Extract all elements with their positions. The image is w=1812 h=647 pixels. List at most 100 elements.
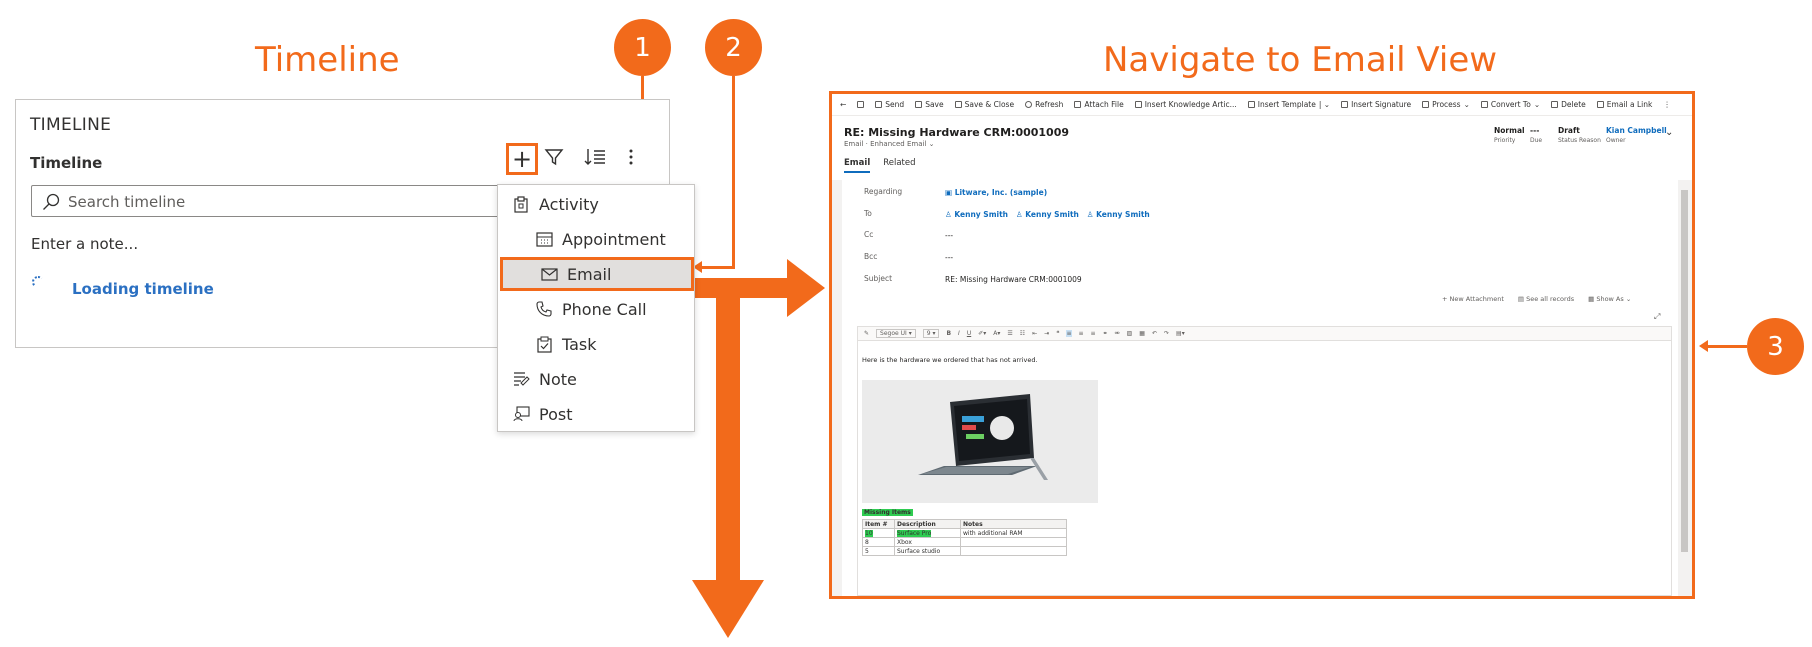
font-color-icon[interactable]: A▾: [993, 330, 1000, 337]
menu-item-appointment[interactable]: Appointment: [498, 222, 694, 256]
menu-item-label: Email: [567, 264, 612, 284]
align-right-icon[interactable]: ≡: [1091, 330, 1096, 337]
chevron-down-icon[interactable]: ⌄: [1665, 127, 1673, 138]
save-close-button[interactable]: Save & Close: [954, 100, 1014, 109]
tab-related[interactable]: Related: [883, 158, 915, 173]
callout-badge-2: 2: [705, 19, 762, 76]
search-placeholder: Search timeline: [68, 193, 186, 211]
form-icon[interactable]: [857, 101, 865, 108]
timeline-search-input[interactable]: Search timeline: [31, 185, 521, 217]
highlight-icon[interactable]: ✐▾: [978, 330, 986, 337]
to-label: To: [864, 209, 872, 218]
note-input[interactable]: Enter a note...: [31, 235, 138, 253]
link-icon[interactable]: ⚭: [1103, 330, 1108, 337]
menu-item-email[interactable]: Email: [500, 257, 694, 291]
save-button[interactable]: Save: [915, 100, 944, 109]
table-cell: Surface studio: [894, 546, 961, 556]
insert-knowledge-button[interactable]: Insert Knowledge Artic...: [1134, 100, 1237, 109]
refresh-button[interactable]: Refresh: [1025, 100, 1063, 109]
mail-icon: [540, 265, 558, 283]
task-icon: [535, 335, 553, 353]
menu-item-label: Appointment: [562, 229, 666, 249]
show-as-button[interactable]: ▦ Show As ⌄: [1588, 295, 1631, 303]
overflow-icon[interactable]: ⋮: [1663, 100, 1671, 109]
loading-text: Loading timeline: [72, 280, 214, 298]
align-left-icon[interactable]: ≡: [1066, 330, 1072, 337]
expand-icon[interactable]: ⤢: [1654, 312, 1660, 322]
cc-value[interactable]: ---: [945, 231, 953, 240]
clipboard-icon: [512, 195, 530, 213]
back-icon[interactable]: ←: [840, 100, 846, 109]
align-center-icon[interactable]: ≡: [1079, 330, 1084, 337]
subject-label: Subject: [864, 274, 893, 283]
subject-value[interactable]: RE: Missing Hardware CRM:0001009: [945, 275, 1082, 284]
menu-item-label: Phone Call: [562, 299, 647, 319]
rich-text-editor[interactable]: ✎ Segoe UI ▾ 9 ▾ B I U ✐▾ A▾ ☰ ☷ ⇤ ⇥ ❝ ≡: [857, 326, 1672, 596]
image-icon[interactable]: ▨: [1127, 330, 1133, 337]
email-body-text: Here is the hardware we ordered that has…: [862, 356, 1038, 364]
bcc-value[interactable]: ---: [945, 253, 953, 262]
undo-icon[interactable]: ↶: [1152, 330, 1157, 337]
quote-icon[interactable]: ❝: [1056, 330, 1059, 337]
callout-badge-1: 1: [614, 19, 671, 76]
table-cell: Surface Pro: [894, 528, 961, 538]
menu-item-post[interactable]: Post: [498, 397, 694, 431]
owner-field[interactable]: Kian Campbell Owner: [1606, 126, 1667, 144]
command-bar: ← Send Save Save & Close Refresh Attach …: [832, 94, 1692, 116]
to-value[interactable]: ♙ Kenny Smith ♙ Kenny Smith ♙ Kenny Smit…: [945, 210, 1150, 219]
table-icon[interactable]: ▦: [1139, 330, 1145, 337]
scrollbar[interactable]: [1680, 180, 1689, 596]
timeline-panel-title: TIMELINE: [30, 115, 112, 135]
regarding-value[interactable]: ▣ Litware, Inc. (sample): [945, 188, 1047, 197]
bold-icon[interactable]: B: [946, 330, 951, 337]
plus-icon[interactable]: +: [506, 143, 538, 175]
down-arrow-shaft: [716, 296, 740, 582]
menu-item-note[interactable]: Note: [498, 362, 694, 396]
callout-badge-3: 3: [1747, 318, 1804, 375]
outdent-icon[interactable]: ⇤: [1032, 330, 1037, 337]
navigate-arrow-shaft: [693, 278, 789, 298]
sort-icon[interactable]: [584, 147, 606, 172]
italic-icon[interactable]: I: [958, 330, 960, 337]
font-size-select[interactable]: 9 ▾: [922, 329, 940, 338]
callout-line-2-horizontal: [700, 266, 735, 269]
email-link-button[interactable]: Email a Link: [1596, 100, 1652, 109]
note-icon: [512, 370, 530, 388]
menu-item-phone-call[interactable]: Phone Call: [498, 292, 694, 326]
table-cell: 8: [862, 537, 895, 547]
down-arrow-head: [692, 580, 764, 638]
redo-icon[interactable]: ↷: [1164, 330, 1169, 337]
callout-arrowhead-3: [1699, 340, 1708, 352]
form-selector[interactable]: Enhanced Email: [870, 140, 926, 148]
menu-item-activity[interactable]: Activity: [498, 187, 694, 221]
process-button[interactable]: Process ⌄: [1422, 100, 1470, 109]
convert-to-button[interactable]: Convert To ⌄: [1480, 100, 1540, 109]
underline-icon[interactable]: U: [967, 330, 971, 337]
email-tabs: Email Related: [844, 158, 916, 173]
table-header-cell: Item #: [862, 519, 895, 529]
loading-spinner-icon: [32, 276, 44, 288]
table-header-cell: Description: [894, 519, 961, 529]
see-all-records-button[interactable]: ▤ See all records: [1518, 295, 1574, 303]
font-select[interactable]: Segoe UI ▾: [876, 329, 916, 338]
filter-icon[interactable]: [544, 147, 564, 172]
bullets-icon[interactable]: ☰: [1007, 330, 1012, 337]
numbering-icon[interactable]: ☷: [1020, 330, 1025, 337]
indent-icon[interactable]: ⇥: [1044, 330, 1049, 337]
more-icon[interactable]: [628, 147, 634, 172]
attach-file-button[interactable]: Attach File: [1074, 100, 1124, 109]
menu-item-task[interactable]: Task: [498, 327, 694, 361]
insert-signature-button[interactable]: Insert Signature: [1341, 100, 1411, 109]
record-icon: ▣: [945, 188, 955, 197]
more-tools-icon[interactable]: ▤▾: [1176, 330, 1185, 337]
delete-button[interactable]: Delete: [1551, 100, 1586, 109]
scrollbar-thumb[interactable]: [1681, 190, 1688, 552]
insert-template-button[interactable]: Insert Template | ⌄: [1247, 100, 1330, 109]
format-painter-icon[interactable]: ✎: [864, 330, 869, 337]
new-attachment-button[interactable]: + New Attachment: [1442, 295, 1504, 303]
unlink-icon[interactable]: ⚮: [1115, 330, 1120, 337]
table-row: 5 Surface studio: [862, 546, 1067, 556]
send-button[interactable]: Send: [875, 100, 904, 109]
tab-email[interactable]: Email: [844, 158, 871, 173]
table-cell: [960, 546, 1067, 556]
